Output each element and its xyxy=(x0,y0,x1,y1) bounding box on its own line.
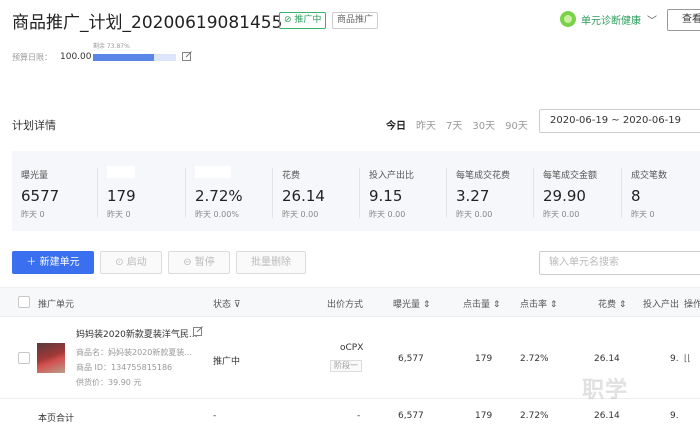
metric-label: 每笔成交金额 xyxy=(543,171,598,181)
chevron-down-icon: ﹀ xyxy=(647,15,657,27)
metric-value: 179 xyxy=(107,187,136,205)
col-clicks[interactable]: 点击量 ⇕ xyxy=(463,297,500,310)
product-name: 商品名：妈妈装2020新款夏装... xyxy=(76,348,192,357)
divider xyxy=(621,168,622,218)
col-roi[interactable]: 投入产出 xyxy=(643,297,679,310)
row-clicks: 179 xyxy=(475,354,493,364)
metric-label: 花费 xyxy=(282,171,301,181)
unit-search-input[interactable]: 输入单元名搜索 xyxy=(539,251,700,275)
total-bid: - xyxy=(357,411,361,421)
total-clicks: 179 xyxy=(475,411,493,421)
metric-value: 9.15 xyxy=(369,187,403,205)
metric-yesterday: 昨天 0 xyxy=(631,210,655,219)
total-cost: 26.14 xyxy=(594,411,620,421)
stage-tag: 阶段一 xyxy=(330,360,362,372)
total-label: 本页合计 xyxy=(38,414,75,424)
metric-yesterday: 昨天 0.00 xyxy=(369,210,406,219)
col-ops: 操作 xyxy=(684,300,700,310)
metrics-panel: 曝光量 6577 昨天 0 179 昨天 0 2.72% 昨天 0.00% 花费… xyxy=(12,151,700,231)
metric-value: 3.27 xyxy=(456,187,490,205)
range-tab-today[interactable]: 今日 xyxy=(386,117,406,132)
edit-icon[interactable] xyxy=(193,326,203,336)
view-button[interactable]: 查看 xyxy=(667,9,700,31)
health-icon xyxy=(560,11,576,27)
product-thumbnail xyxy=(37,343,65,373)
product-price: 供货价：39.90 元 xyxy=(76,378,142,387)
row-checkbox[interactable] xyxy=(18,352,30,364)
plan-detail-title: 计划详情 xyxy=(12,119,56,132)
unit-name-link[interactable]: 妈妈装2020新款夏装洋气民... xyxy=(76,327,198,340)
row-roi: 9. xyxy=(670,354,679,364)
metric-yesterday: 昨天 0.00% xyxy=(195,210,239,219)
range-tab-30d[interactable]: 30天 xyxy=(472,117,495,132)
col-status[interactable]: 状态 ⊽ xyxy=(213,297,240,310)
total-ctr: 2.72% xyxy=(520,411,549,421)
start-button[interactable]: ⊙ 启动 xyxy=(100,251,162,274)
page-title: 商品推广_计划_20200619081455 xyxy=(12,13,283,33)
table-header: 推广单元 状态 ⊽ 出价方式 曝光量 ⇕ 点击量 ⇕ 点击率 ⇕ 花费 ⇕ 投入… xyxy=(0,287,700,317)
divider xyxy=(359,168,360,218)
total-impressions: 6,577 xyxy=(398,411,424,421)
col-ctr[interactable]: 点击率 ⇕ xyxy=(520,297,557,310)
col-cost[interactable]: 花费 ⇕ xyxy=(598,297,626,310)
budget-progress-fill xyxy=(93,54,155,61)
metric-label: 曝光量 xyxy=(21,171,49,181)
date-range-picker[interactable]: 2020-06-19 ~ 2020-06-19 xyxy=(539,109,700,133)
pause-button[interactable]: ⊖ 暂停 xyxy=(168,251,230,274)
metric-value: 26.14 xyxy=(282,187,325,205)
health-diagnosis[interactable]: 单元诊断健康 ﹀ xyxy=(560,10,657,28)
metric-yesterday: 昨天 0.00 xyxy=(456,210,493,219)
budget-label: 预算日限： xyxy=(12,53,52,62)
metric-value: 2.72% xyxy=(195,187,243,205)
divider xyxy=(185,168,186,218)
hidden-label xyxy=(195,166,231,178)
health-label: 单元诊断健康 xyxy=(581,15,641,27)
status-badge: ⊘ 推广中 xyxy=(279,12,327,29)
new-unit-button[interactable]: ＋ 新建单元 xyxy=(12,251,94,274)
range-tab-90d[interactable]: 90天 xyxy=(505,117,528,132)
total-status: - xyxy=(213,411,217,421)
col-impressions[interactable]: 曝光量 ⇕ xyxy=(393,297,430,310)
product-id: 商品 ID：134755815186 xyxy=(76,363,173,372)
table-total-row: 本页合计 - - 6,577 179 2.72% 26.14 9. xyxy=(0,400,700,428)
type-badge: 商品推广 xyxy=(332,12,379,29)
metric-yesterday: 昨天 0 xyxy=(107,210,131,219)
hidden-label xyxy=(107,166,135,178)
metric-yesterday: 昨天 0.00 xyxy=(543,210,580,219)
metric-label: 投入产出比 xyxy=(369,171,415,181)
divider xyxy=(533,168,534,218)
row-ctr: 2.72% xyxy=(520,354,549,364)
col-unit: 推广单元 xyxy=(38,300,75,310)
row-status: 推广中 xyxy=(213,357,241,367)
metric-label: 每笔成交花费 xyxy=(456,171,511,181)
divider xyxy=(97,168,98,218)
bulk-delete-button[interactable]: 批量删除 xyxy=(236,251,306,274)
chart-icon[interactable]: ⌊⌊ xyxy=(684,354,691,364)
metric-value: 6577 xyxy=(21,187,60,205)
divider xyxy=(446,168,447,218)
metric-label: 成交笔数 xyxy=(631,171,668,181)
range-tabs: 今日 昨天 7天 30天 90天 xyxy=(386,117,538,132)
budget-remaining: 剩余 73.87% xyxy=(93,43,130,50)
metric-value: 8 xyxy=(631,187,641,205)
total-roi: 9. xyxy=(670,411,679,421)
edit-icon[interactable] xyxy=(182,51,192,61)
row-bid: oCPX xyxy=(340,343,364,353)
range-tab-7d[interactable]: 7天 xyxy=(446,117,462,132)
select-all-checkbox[interactable] xyxy=(18,296,30,308)
row-cost: 26.14 xyxy=(594,354,620,364)
divider xyxy=(272,168,273,218)
budget-value: 100.00 xyxy=(60,52,92,62)
range-tab-yesterday[interactable]: 昨天 xyxy=(416,117,436,132)
metric-value: 29.90 xyxy=(543,187,586,205)
metric-yesterday: 昨天 0.00 xyxy=(282,210,319,219)
row-impressions: 6,577 xyxy=(398,354,424,364)
metric-yesterday: 昨天 0 xyxy=(21,210,45,219)
watermark: 职学 xyxy=(582,378,629,403)
budget-progress-bar xyxy=(93,54,176,61)
col-bid: 出价方式 xyxy=(327,300,364,310)
